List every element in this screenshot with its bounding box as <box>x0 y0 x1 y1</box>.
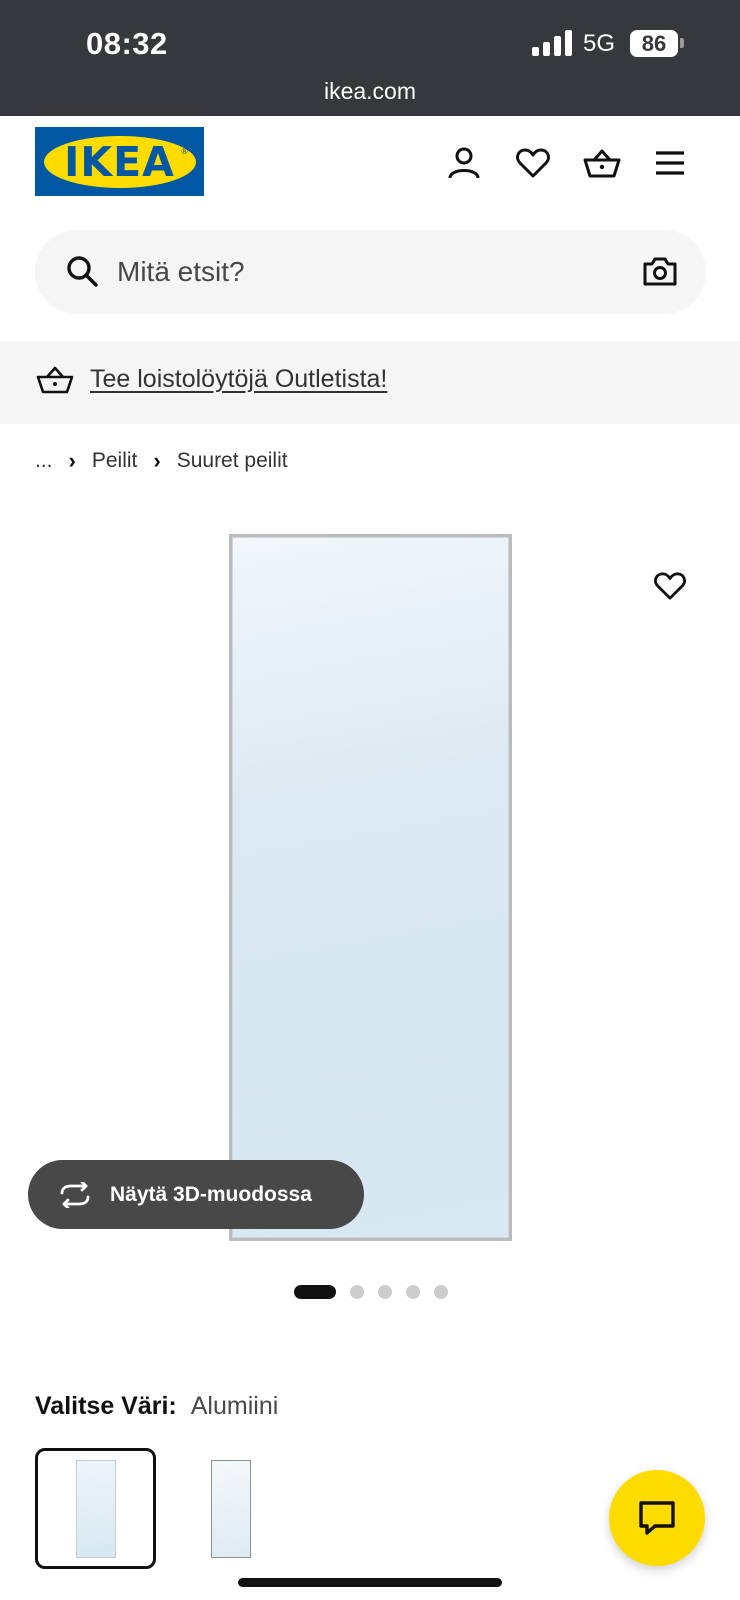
color-selector-heading: Valitse Väri: Alumiini <box>35 1392 278 1421</box>
pagination-dot[interactable] <box>350 1285 364 1299</box>
color-option-aluminium[interactable] <box>35 1448 156 1569</box>
color-value: Alumiini <box>190 1392 279 1420</box>
heart-icon[interactable] <box>510 140 556 186</box>
logo-oval: IKEA ® <box>43 135 196 188</box>
signal-icon <box>532 30 572 56</box>
pagination-dot-active[interactable] <box>294 1285 336 1299</box>
status-bar: 08:32 5G 86 ikea.com <box>0 0 740 116</box>
battery-nub <box>680 38 684 48</box>
view-3d-button[interactable]: Näytä 3D-muodossa <box>28 1160 364 1229</box>
search-bar[interactable] <box>35 230 706 314</box>
breadcrumb: ... › Peilit › Suuret peilit <box>35 448 288 474</box>
pagination-dot[interactable] <box>406 1285 420 1299</box>
registered-mark: ® <box>180 146 190 156</box>
breadcrumb-more[interactable]: ... <box>35 449 53 473</box>
swatch-thumbnail <box>75 1459 116 1558</box>
chat-button[interactable] <box>609 1470 705 1566</box>
camera-icon[interactable] <box>642 254 678 293</box>
color-label: Valitse Väri: <box>35 1392 177 1420</box>
status-time: 08:32 <box>86 26 168 61</box>
home-indicator[interactable] <box>238 1578 502 1587</box>
ikea-logo[interactable]: IKEA ® <box>35 127 204 196</box>
product-image-mirror[interactable] <box>229 534 512 1241</box>
chevron-right-icon: › <box>68 448 76 473</box>
menu-icon[interactable] <box>647 140 693 186</box>
network-label: 5G <box>583 30 616 57</box>
breadcrumb-item-suuret-peilit[interactable]: Suuret peilit <box>177 449 288 473</box>
swatch-thumbnail <box>210 1459 251 1558</box>
outlet-link[interactable]: Tee loistolöytöjä Outletista! <box>90 365 387 394</box>
color-option-2[interactable] <box>170 1448 291 1569</box>
logo-text: IKEA <box>64 137 175 186</box>
battery-icon: 86 <box>630 30 678 57</box>
view-3d-label: Näytä 3D-muodossa <box>110 1182 312 1206</box>
user-icon[interactable] <box>441 140 487 186</box>
basket-icon <box>36 363 74 400</box>
search-input[interactable] <box>117 230 597 314</box>
chevron-right-icon: › <box>153 448 161 473</box>
image-pagination <box>294 1285 448 1299</box>
outlet-banner[interactable]: Tee loistolöytöjä Outletista! <box>0 341 740 424</box>
basket-icon[interactable] <box>579 140 625 186</box>
pagination-dot[interactable] <box>434 1285 448 1299</box>
favourite-heart-icon[interactable] <box>648 564 692 608</box>
pagination-dot[interactable] <box>378 1285 392 1299</box>
rotate-3d-icon <box>58 1181 92 1208</box>
breadcrumb-item-peilit[interactable]: Peilit <box>92 449 138 473</box>
search-icon <box>65 254 99 293</box>
address-bar-url[interactable]: ikea.com <box>0 78 740 105</box>
